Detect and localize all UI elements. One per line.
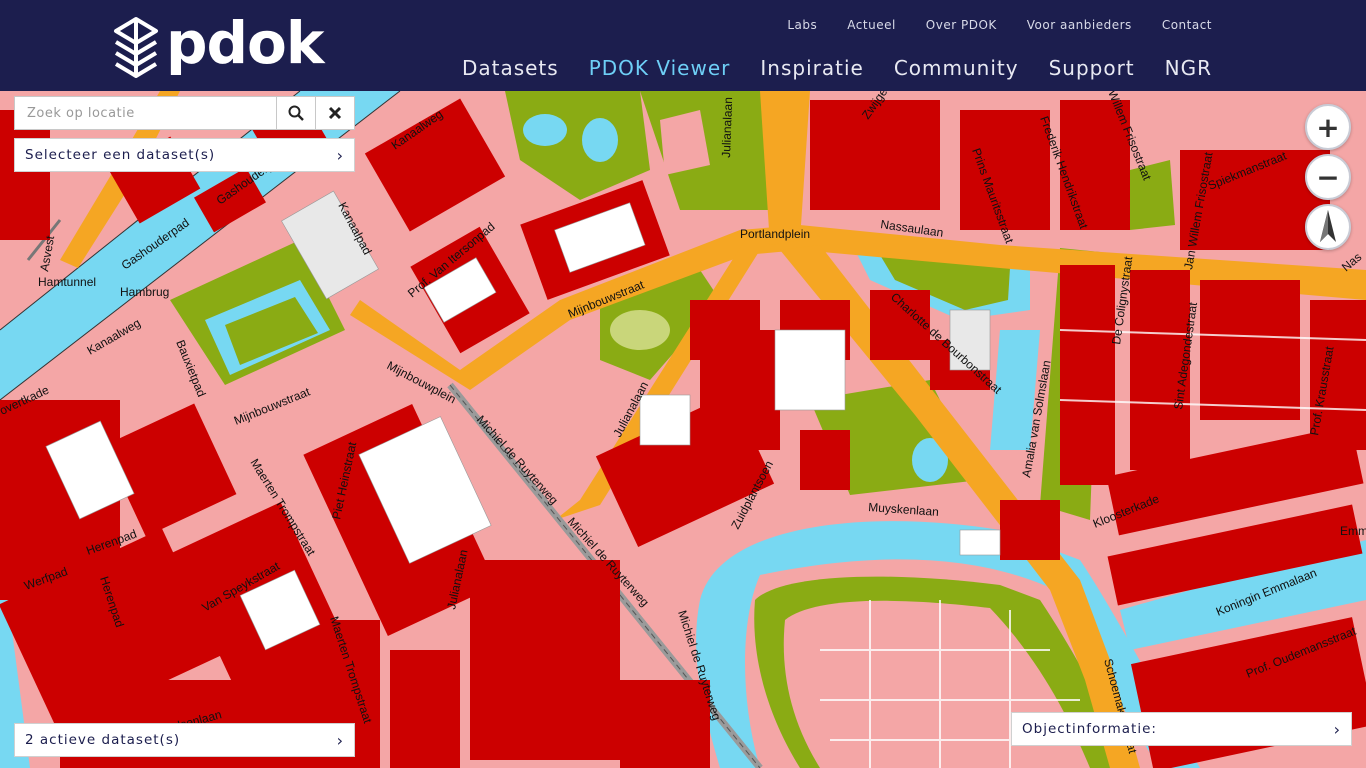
pdok-logo[interactable]: pdok [112, 9, 324, 82]
select-dataset-button[interactable]: Selecteer een dataset(s) › [14, 138, 355, 172]
street-label: Hamtunnel [38, 275, 96, 289]
close-icon [328, 106, 342, 120]
chevron-right-icon: › [336, 145, 344, 165]
active-datasets-label: 2 actieve dataset(s) [25, 732, 181, 748]
main-nav-datasets[interactable]: Datasets [462, 56, 559, 80]
main-nav: Datasets PDOK Viewer Inspiratie Communit… [462, 56, 1212, 80]
plus-icon: + [1316, 110, 1340, 144]
top-nav-actueel[interactable]: Actueel [847, 18, 896, 32]
site-header: pdok Labs Actueel Over PDOK Voor aanbied… [0, 0, 1366, 91]
top-nav-voor-aanbieders[interactable]: Voor aanbieders [1027, 18, 1132, 32]
main-nav-community[interactable]: Community [894, 56, 1019, 80]
clear-search-button[interactable] [315, 97, 354, 129]
top-nav-contact[interactable]: Contact [1162, 18, 1212, 32]
search-icon [288, 105, 304, 121]
north-arrow-icon [1320, 210, 1336, 242]
topographic-map[interactable]: Kanaalweg Gashouderpad Gashouderpad Kana… [0, 91, 1366, 768]
street-label: Emm [1340, 524, 1366, 538]
active-datasets-button[interactable]: 2 actieve dataset(s) › [14, 723, 355, 757]
minus-icon: − [1316, 160, 1340, 194]
object-info-button[interactable]: Objectinformatie: › [1011, 712, 1352, 746]
street-label: Julianalaan [719, 97, 735, 158]
street-label: Hambrug [120, 285, 169, 299]
chevron-right-icon: › [336, 730, 344, 750]
top-nav: Labs Actueel Over PDOK Voor aanbieders C… [787, 18, 1212, 32]
logo-text: pdok [166, 9, 324, 77]
search-input[interactable] [15, 97, 276, 129]
main-nav-pdok-viewer[interactable]: PDOK Viewer [589, 56, 731, 80]
top-nav-labs[interactable]: Labs [787, 18, 817, 32]
object-info-label: Objectinformatie: [1022, 721, 1157, 737]
pdok-logo-icon [114, 17, 158, 78]
street-label: Portlandplein [740, 227, 810, 241]
chevron-right-icon: › [1333, 719, 1341, 739]
zoom-out-button[interactable]: − [1305, 154, 1351, 200]
main-nav-ngr[interactable]: NGR [1165, 56, 1212, 80]
main-nav-support[interactable]: Support [1049, 56, 1135, 80]
location-search [14, 96, 355, 130]
main-nav-inspiratie[interactable]: Inspiratie [760, 56, 863, 80]
select-dataset-label: Selecteer een dataset(s) [25, 147, 216, 163]
map-canvas[interactable]: Kanaalweg Gashouderpad Gashouderpad Kana… [0, 91, 1366, 768]
search-button[interactable] [276, 97, 315, 129]
reset-north-button[interactable] [1305, 204, 1351, 250]
top-nav-over-pdok[interactable]: Over PDOK [926, 18, 997, 32]
zoom-in-button[interactable]: + [1305, 104, 1351, 150]
